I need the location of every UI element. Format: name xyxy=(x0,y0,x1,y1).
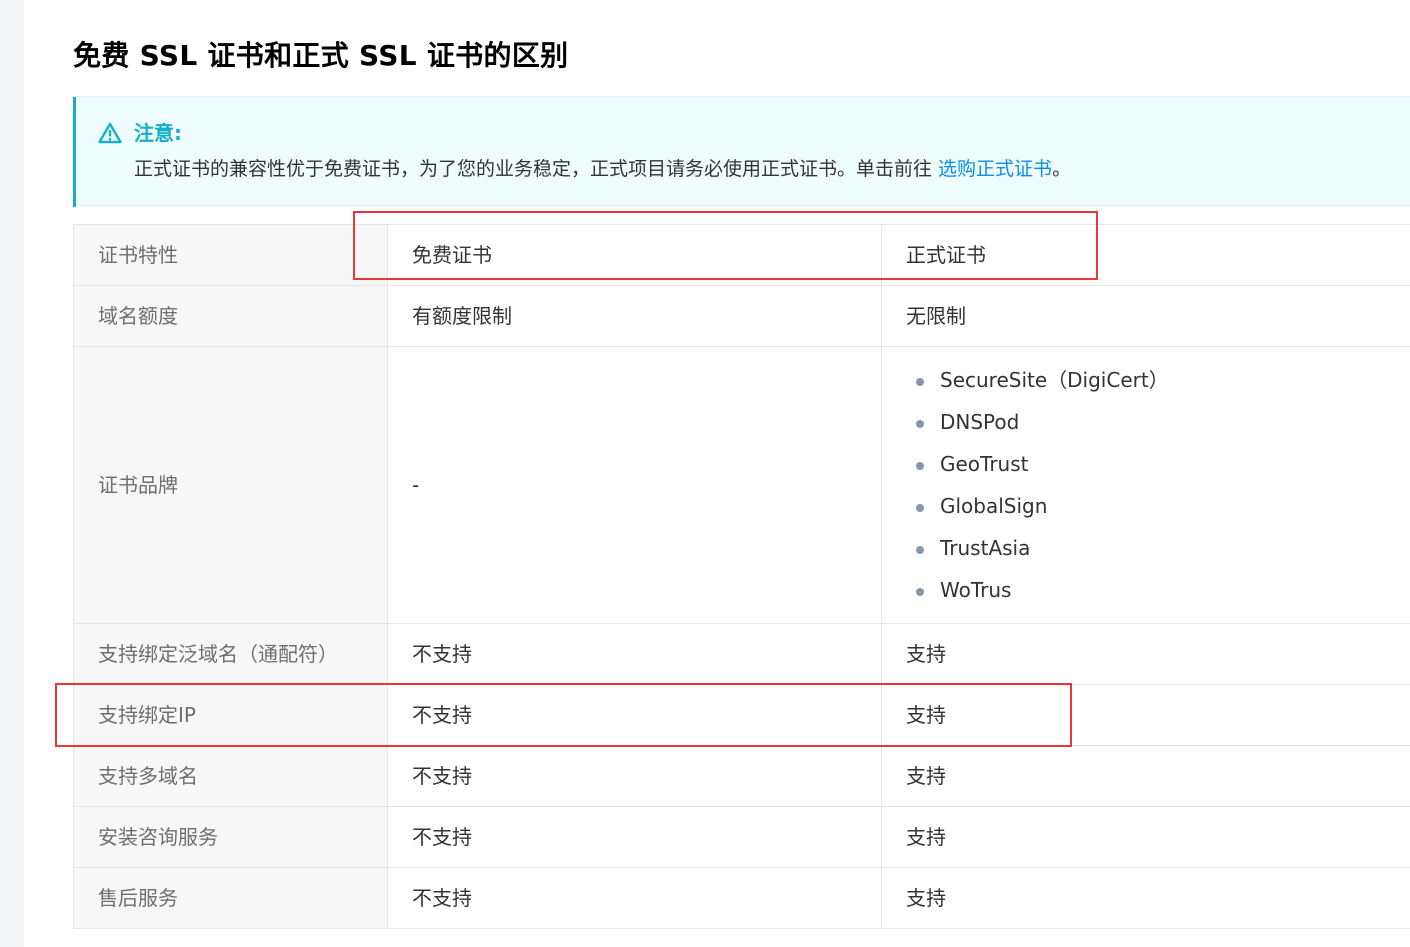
notice-accent-bar xyxy=(73,97,76,207)
table-row: 域名额度 有额度限制 无限制 xyxy=(73,285,1410,347)
row-free-value: 不支持 xyxy=(387,867,882,929)
notice-box: 注意: 正式证书的兼容性优于免费证书，为了您的业务稳定，正式项目请务必使用正式证… xyxy=(73,96,1410,207)
bullet-dot-icon xyxy=(916,462,924,470)
notice-text-before: 正式证书的兼容性优于免费证书，为了您的业务稳定，正式项目请务必使用正式证书。单击… xyxy=(134,158,939,180)
row-free-value: 有额度限制 xyxy=(387,285,882,347)
table-row: 支持多域名 不支持 支持 xyxy=(73,745,1410,807)
bullet-dot-icon xyxy=(916,378,924,386)
row-feature: 域名额度 xyxy=(73,285,388,347)
row-paid-value: 支持 xyxy=(881,867,1410,929)
row-paid-value: 支持 xyxy=(881,745,1410,807)
row-feature: 安装咨询服务 xyxy=(73,806,388,868)
table-row: 安装咨询服务 不支持 支持 xyxy=(73,806,1410,868)
table-row: 支持绑定IP 不支持 支持 xyxy=(73,684,1410,746)
row-paid-value: 无限制 xyxy=(881,285,1410,347)
brand-name: GeoTrust xyxy=(940,452,1029,476)
table-row: 支持绑定泛域名（通配符） 不支持 支持 xyxy=(73,623,1410,685)
brand-name: GlobalSign xyxy=(940,494,1048,518)
header-free: 免费证书 xyxy=(387,224,882,286)
notice-text-after: 。 xyxy=(1052,158,1072,180)
notice-label: 注意: xyxy=(134,121,182,145)
warning-triangle-icon xyxy=(98,122,122,144)
row-feature: 支持绑定泛域名（通配符） xyxy=(73,623,388,685)
brand-item: WoTrus xyxy=(916,569,1410,611)
row-paid-brand-list: SecureSite（DigiCert） DNSPod GeoTrust Glo… xyxy=(881,346,1410,624)
table-row: 售后服务 不支持 支持 xyxy=(73,867,1410,929)
header-paid: 正式证书 xyxy=(881,224,1410,286)
table-header-row: 证书特性 免费证书 正式证书 xyxy=(73,224,1410,286)
row-feature: 支持绑定IP xyxy=(73,684,388,746)
brand-list: SecureSite（DigiCert） DNSPod GeoTrust Glo… xyxy=(906,359,1410,611)
bullet-dot-icon xyxy=(916,504,924,512)
brand-name: TrustAsia xyxy=(940,536,1031,560)
row-paid-value: 支持 xyxy=(881,806,1410,868)
buy-certificate-link[interactable]: 选购正式证书 xyxy=(938,158,1052,180)
notice-text: 正式证书的兼容性优于免费证书，为了您的业务稳定，正式项目请务必使用正式证书。单击… xyxy=(134,155,1071,183)
row-free-value: - xyxy=(387,346,882,624)
brand-name: SecureSite（DigiCert） xyxy=(940,368,1169,392)
page-title: 免费 SSL 证书和正式 SSL 证书的区别 xyxy=(73,39,569,72)
row-paid-value: 支持 xyxy=(881,684,1410,746)
brand-item: SecureSite（DigiCert） xyxy=(916,359,1410,401)
header-feature: 证书特性 xyxy=(73,224,388,286)
table-row-brands: 证书品牌 - SecureSite（DigiCert） DNSPod GeoTr… xyxy=(73,346,1410,624)
brand-item: DNSPod xyxy=(916,401,1410,443)
row-free-value: 不支持 xyxy=(387,745,882,807)
row-feature: 证书品牌 xyxy=(73,346,388,624)
brand-name: DNSPod xyxy=(940,410,1020,434)
bullet-dot-icon xyxy=(916,546,924,554)
row-free-value: 不支持 xyxy=(387,806,882,868)
row-free-value: 不支持 xyxy=(387,623,882,685)
row-feature: 售后服务 xyxy=(73,867,388,929)
brand-name: WoTrus xyxy=(940,578,1012,602)
brand-item: TrustAsia xyxy=(916,527,1410,569)
bullet-dot-icon xyxy=(916,588,924,596)
bullet-dot-icon xyxy=(916,420,924,428)
row-free-value: 不支持 xyxy=(387,684,882,746)
brand-item: GlobalSign xyxy=(916,485,1410,527)
comparison-table: 证书特性 免费证书 正式证书 域名额度 有额度限制 无限制 证书品牌 - Sec… xyxy=(73,224,1410,929)
page: 免费 SSL 证书和正式 SSL 证书的区别 注意: 正式证书的兼容性优于免费证… xyxy=(0,0,1410,947)
row-feature: 支持多域名 xyxy=(73,745,388,807)
row-paid-value: 支持 xyxy=(881,623,1410,685)
brand-item: GeoTrust xyxy=(916,443,1410,485)
